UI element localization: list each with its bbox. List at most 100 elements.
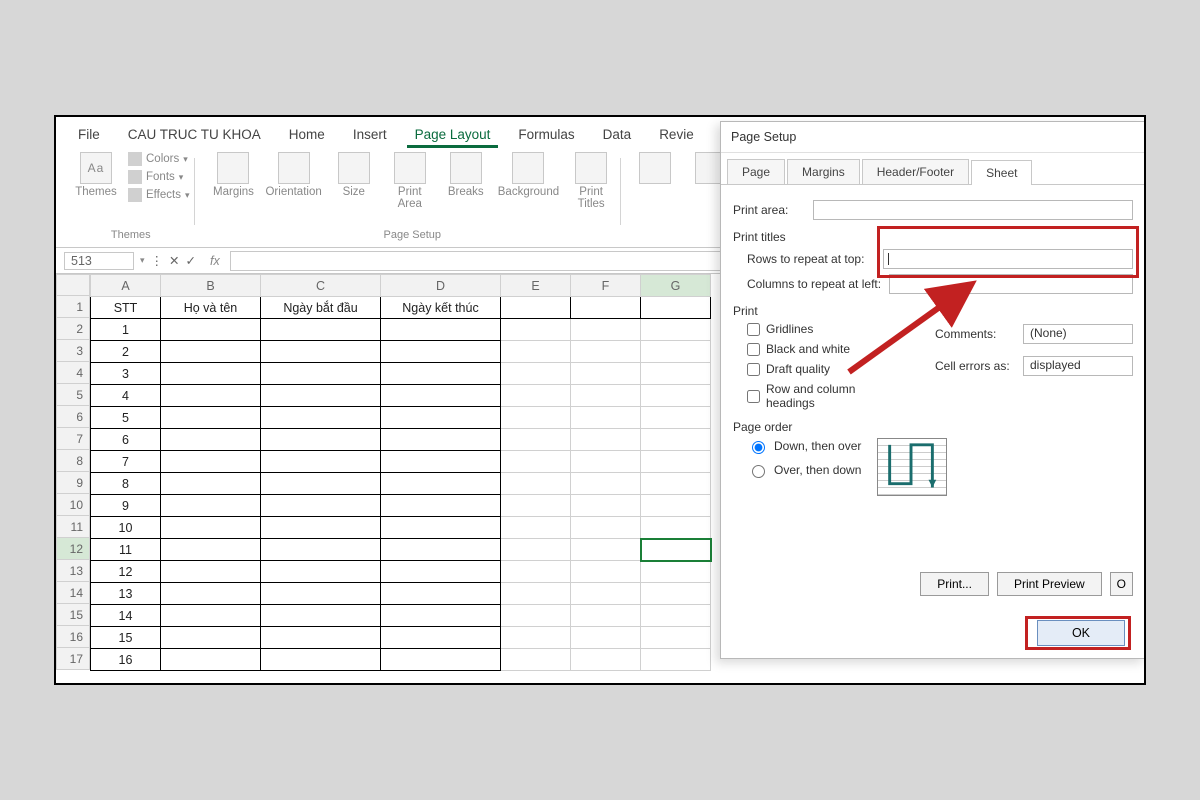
ok-button[interactable]: OK xyxy=(1037,620,1125,646)
cell[interactable] xyxy=(161,583,261,605)
cell[interactable] xyxy=(571,363,641,385)
cell[interactable] xyxy=(161,407,261,429)
draft-quality-checkbox[interactable]: Draft quality xyxy=(747,362,905,376)
cell[interactable] xyxy=(161,517,261,539)
cell[interactable] xyxy=(571,341,641,363)
cell-stt[interactable]: 4 xyxy=(91,385,161,407)
table-row[interactable]: 13 xyxy=(91,583,711,605)
sheet-table[interactable]: A B C D E F G STTHọ và tênNgày bắt đầuNg… xyxy=(90,274,711,671)
row-header[interactable]: 3 xyxy=(56,340,90,362)
cell[interactable] xyxy=(261,495,381,517)
cell[interactable] xyxy=(381,627,501,649)
cell[interactable] xyxy=(161,451,261,473)
cell-stt[interactable]: 15 xyxy=(91,627,161,649)
cell[interactable] xyxy=(641,473,711,495)
print-preview-button[interactable]: Print Preview xyxy=(997,572,1102,596)
col-header-a[interactable]: A xyxy=(91,275,161,297)
cell[interactable] xyxy=(161,341,261,363)
cell[interactable] xyxy=(161,649,261,671)
cell[interactable] xyxy=(161,561,261,583)
cell[interactable] xyxy=(641,561,711,583)
cell[interactable] xyxy=(161,363,261,385)
cell[interactable] xyxy=(261,429,381,451)
cell-stt[interactable]: 7 xyxy=(91,451,161,473)
cell[interactable] xyxy=(501,385,571,407)
cell[interactable] xyxy=(161,539,261,561)
row-header[interactable]: 16 xyxy=(56,626,90,648)
tab-page-layout[interactable]: Page Layout xyxy=(407,123,499,148)
down-then-over-radio[interactable]: Down, then over xyxy=(747,438,861,454)
cell[interactable] xyxy=(501,319,571,341)
cell[interactable] xyxy=(381,561,501,583)
cell[interactable] xyxy=(641,451,711,473)
col-header-g[interactable]: G xyxy=(641,275,711,297)
cell-stt[interactable]: 11 xyxy=(91,539,161,561)
cell[interactable] xyxy=(641,495,711,517)
table-row[interactable]: 7 xyxy=(91,451,711,473)
cell[interactable] xyxy=(381,539,501,561)
tab-cau-truc[interactable]: CAU TRUC TU KHOA xyxy=(120,123,269,148)
cell[interactable] xyxy=(261,319,381,341)
row-col-headings-checkbox[interactable]: Row and column headings xyxy=(747,382,905,410)
row-header[interactable]: 12 xyxy=(56,538,90,560)
cell[interactable] xyxy=(261,627,381,649)
cell-stt[interactable]: 14 xyxy=(91,605,161,627)
cell-stt[interactable]: 13 xyxy=(91,583,161,605)
table-row[interactable]: STTHọ và tênNgày bắt đầuNgày kết thúc xyxy=(91,297,711,319)
cell-stt[interactable]: 8 xyxy=(91,473,161,495)
col-header-b[interactable]: B xyxy=(161,275,261,297)
cell[interactable] xyxy=(501,627,571,649)
cell-stt[interactable]: 1 xyxy=(91,319,161,341)
cell[interactable] xyxy=(571,539,641,561)
table-row[interactable]: 4 xyxy=(91,385,711,407)
cell[interactable] xyxy=(501,561,571,583)
print-titles-button[interactable]: Print Titles xyxy=(567,152,615,210)
cell[interactable] xyxy=(571,583,641,605)
table-row[interactable]: 12 xyxy=(91,561,711,583)
col-header-d[interactable]: D xyxy=(381,275,501,297)
cell[interactable] xyxy=(571,627,641,649)
cell[interactable] xyxy=(381,605,501,627)
effects-button[interactable]: Effects▾ xyxy=(128,188,189,202)
cell[interactable] xyxy=(641,627,711,649)
cell[interactable] xyxy=(571,605,641,627)
dialog-tab-margins[interactable]: Margins xyxy=(787,159,860,184)
table-row[interactable]: 6 xyxy=(91,429,711,451)
cell[interactable] xyxy=(381,649,501,671)
select-all-corner[interactable] xyxy=(56,274,90,296)
cell[interactable] xyxy=(261,517,381,539)
cell-stt[interactable]: 2 xyxy=(91,341,161,363)
cell[interactable] xyxy=(501,583,571,605)
options-button[interactable]: O xyxy=(1110,572,1133,596)
header-cell-start[interactable]: Ngày bắt đầu xyxy=(261,297,381,319)
cell[interactable] xyxy=(261,539,381,561)
cell[interactable] xyxy=(641,583,711,605)
tab-file[interactable]: File xyxy=(70,123,108,148)
cell[interactable] xyxy=(501,495,571,517)
cell[interactable] xyxy=(571,297,641,319)
cell[interactable] xyxy=(641,429,711,451)
cell[interactable] xyxy=(571,473,641,495)
row-header[interactable]: 5 xyxy=(56,384,90,406)
row-header[interactable]: 10 xyxy=(56,494,90,516)
cell-stt[interactable]: 6 xyxy=(91,429,161,451)
cell[interactable] xyxy=(501,407,571,429)
table-row[interactable]: 10 xyxy=(91,517,711,539)
background-button[interactable]: Background xyxy=(498,152,559,198)
cell[interactable] xyxy=(161,495,261,517)
table-row[interactable]: 11 xyxy=(91,539,711,561)
rows-repeat-input[interactable] xyxy=(883,249,1133,269)
cell[interactable] xyxy=(381,429,501,451)
cell-stt[interactable]: 9 xyxy=(91,495,161,517)
cell[interactable] xyxy=(161,627,261,649)
cell[interactable] xyxy=(161,385,261,407)
cell[interactable] xyxy=(501,429,571,451)
dialog-tab-header-footer[interactable]: Header/Footer xyxy=(862,159,969,184)
cell[interactable] xyxy=(261,363,381,385)
cell[interactable] xyxy=(381,363,501,385)
cell[interactable] xyxy=(161,473,261,495)
col-header-c[interactable]: C xyxy=(261,275,381,297)
black-white-checkbox[interactable]: Black and white xyxy=(747,342,905,356)
header-cell-end[interactable]: Ngày kết thúc xyxy=(381,297,501,319)
cell[interactable] xyxy=(571,429,641,451)
